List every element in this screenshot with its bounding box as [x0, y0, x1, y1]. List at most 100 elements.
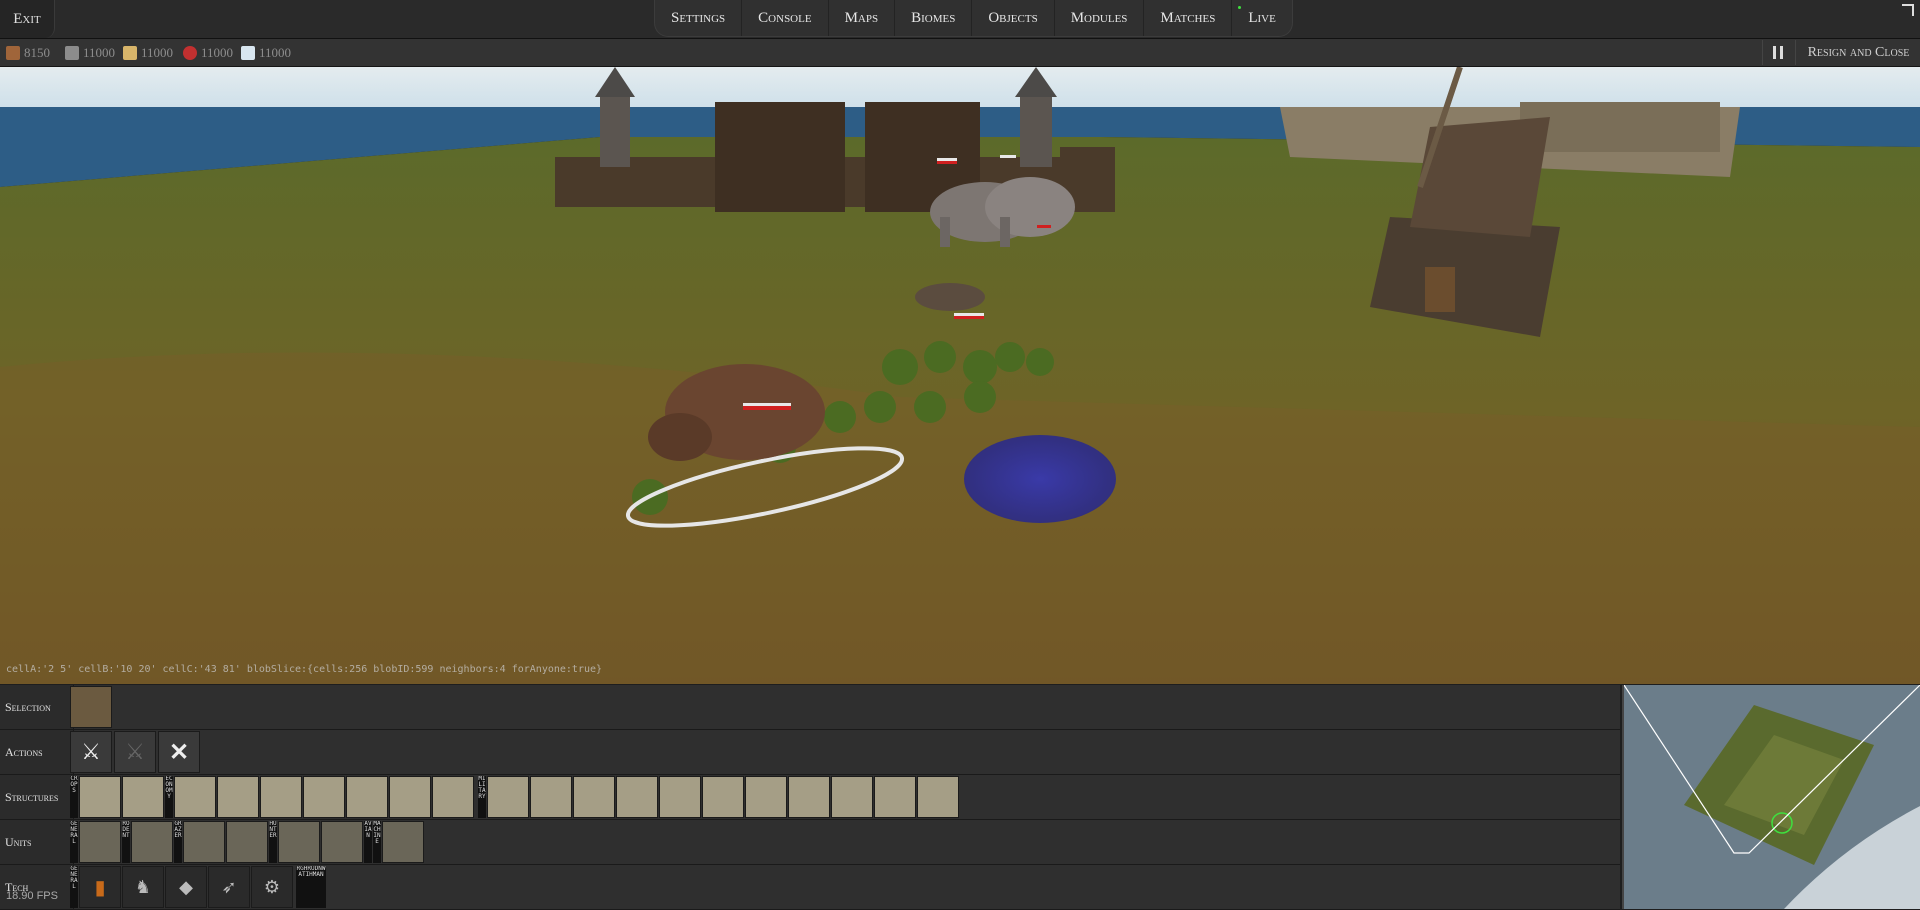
attack-icon[interactable]: ⚔: [70, 731, 112, 773]
wolf-unit[interactable]: [915, 283, 985, 311]
category-grazer: GRAZER: [174, 821, 182, 863]
unit-slot-4[interactable]: [226, 821, 268, 863]
cat-icon[interactable]: ◆: [165, 866, 207, 908]
build-gate-icon[interactable]: [702, 776, 744, 818]
build-pen-icon[interactable]: [260, 776, 302, 818]
tech-row: Tech GENERAL ▮ ♞ ◆ ➶ ⚙ RGHRUDNWATIHMAN: [0, 865, 1620, 910]
menu-live-label: Live: [1248, 9, 1276, 26]
game-scene: [0, 67, 1920, 684]
units-row: Units GENERAL RODENT GRAZER HUNTER AVIAN…: [0, 820, 1620, 865]
sky: [0, 67, 1920, 107]
resource-berry: 11000: [183, 39, 233, 66]
build-tent-icon[interactable]: [616, 776, 658, 818]
category-tech-general: GENERAL: [70, 866, 78, 908]
resign-button[interactable]: Resign and Close: [1795, 40, 1920, 65]
stop-icon[interactable]: ✕: [158, 731, 200, 773]
main-menu: Settings Console Maps Biomes Objects Mod…: [654, 0, 1293, 37]
menu-maps[interactable]: Maps: [829, 0, 896, 36]
build-stonewall-icon[interactable]: [831, 776, 873, 818]
game-viewport[interactable]: cellA:'2 5' cellB:'10 20' cellC:'43 81' …: [0, 67, 1920, 684]
build-post-icon[interactable]: [389, 776, 431, 818]
resource-wheat: 11000: [123, 39, 173, 66]
command-panel: Selection Actions ⚔ ⚔ ✕ Structures CROPS…: [0, 685, 1620, 910]
resource-wood-value: 8150: [24, 44, 50, 60]
attack-disabled-icon: ⚔: [114, 731, 156, 773]
wheat-icon: [123, 45, 137, 60]
exit-button[interactable]: Exit: [0, 0, 55, 38]
actions-row: Actions ⚔ ⚔ ✕: [0, 730, 1620, 775]
unit-slot-3[interactable]: [183, 821, 225, 863]
build-tower-icon[interactable]: [874, 776, 916, 818]
build-barrel-icon[interactable]: [745, 776, 787, 818]
stone-icon: [65, 45, 79, 60]
units-label: Units: [0, 820, 74, 864]
unit-slot-2[interactable]: [131, 821, 173, 863]
menu-live[interactable]: Live: [1232, 0, 1292, 36]
menu-matches[interactable]: Matches: [1144, 0, 1233, 36]
torch-icon[interactable]: ▮: [79, 866, 121, 908]
menu-settings[interactable]: Settings: [655, 0, 743, 36]
live-indicator-icon: [1238, 6, 1242, 9]
unit-slot-1[interactable]: [79, 821, 121, 863]
minimap-canvas: [1624, 685, 1920, 909]
resource-wheat-value: 11000: [141, 44, 174, 60]
pause-icon: [1773, 46, 1776, 59]
build-forge-icon[interactable]: [432, 776, 474, 818]
build-workshop-icon[interactable]: [346, 776, 388, 818]
build-house-icon[interactable]: [174, 776, 216, 818]
build-ramp-icon[interactable]: [659, 776, 701, 818]
tech-label: Tech: [0, 865, 74, 909]
build-palisade-icon[interactable]: [530, 776, 572, 818]
category-machine: MACHINE: [373, 821, 381, 863]
unit-slot-6[interactable]: [321, 821, 363, 863]
resource-wood: 8150: [6, 39, 50, 66]
unit-slot-5[interactable]: [278, 821, 320, 863]
menu-objects[interactable]: Objects: [972, 0, 1055, 36]
category-rodent: RODENT: [122, 821, 130, 863]
menu-console[interactable]: Console: [742, 0, 829, 36]
selected-bear-portrait[interactable]: [70, 686, 112, 728]
machine-icon[interactable]: ⚙: [251, 866, 293, 908]
structures-label: Structures: [0, 775, 74, 819]
build-barricade-icon[interactable]: [487, 776, 529, 818]
debug-readout: cellA:'2 5' cellB:'10 20' cellC:'43 81' …: [6, 664, 603, 675]
ice-icon: [241, 45, 255, 60]
build-tanner-icon[interactable]: [303, 776, 345, 818]
resource-ice-value: 11000: [259, 44, 292, 60]
resource-ice: 11000: [241, 39, 291, 66]
category-economy: ECONOMY: [165, 776, 173, 818]
resource-bar: 8150 11000 11000 11000 11000: [0, 39, 1920, 67]
berry-icon: [183, 45, 197, 60]
fps-counter: 18.90 FPS: [6, 890, 58, 902]
menu-biomes[interactable]: Biomes: [895, 0, 973, 36]
structures-row: Structures CROPS ECONOMY MILITARY: [0, 775, 1620, 820]
category-tech-other: RGHRUDNWATIHMAN: [296, 866, 326, 908]
move-target-marker: [964, 435, 1116, 523]
category-military: MILITARY: [478, 776, 486, 818]
category-general: GENERAL: [70, 821, 78, 863]
top-bar: Exit Settings Console Maps Biomes Object…: [0, 0, 1920, 39]
minimap[interactable]: [1622, 685, 1920, 909]
actions-label: Actions: [0, 730, 74, 774]
horse-icon[interactable]: ♞: [122, 866, 164, 908]
menu-modules[interactable]: Modules: [1055, 0, 1145, 36]
unit-slot-7[interactable]: [382, 821, 424, 863]
build-spire-icon[interactable]: [917, 776, 959, 818]
build-wheat-icon[interactable]: [79, 776, 121, 818]
resource-stone: 11000: [65, 39, 115, 66]
pause-button[interactable]: [1762, 40, 1793, 65]
fullscreen-icon[interactable]: [1902, 4, 1914, 16]
resource-stone-value: 11000: [83, 44, 116, 60]
bird-icon[interactable]: ➶: [208, 866, 250, 908]
build-wall-icon[interactable]: [573, 776, 615, 818]
resource-berry-value: 11000: [201, 44, 234, 60]
build-well-icon[interactable]: [217, 776, 259, 818]
category-avian: AVIAN: [364, 821, 372, 863]
category-hunter: HUNTER: [269, 821, 277, 863]
build-pit-icon[interactable]: [788, 776, 830, 818]
category-crops: CROPS: [70, 776, 78, 818]
selection-label: Selection: [0, 685, 74, 729]
build-cabbage-icon[interactable]: [122, 776, 164, 818]
selection-row: Selection: [0, 685, 1620, 730]
wood-icon: [6, 45, 20, 60]
